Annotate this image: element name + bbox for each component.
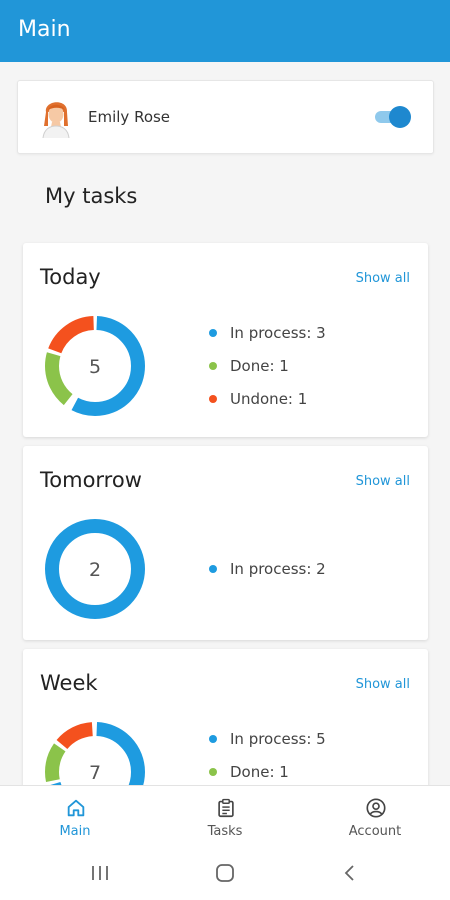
legend-label: In process: 2 [230, 560, 326, 578]
legend-dot [209, 565, 217, 573]
legend-label: Done: 1 [230, 763, 289, 781]
user-name: Emily Rose [88, 108, 171, 126]
card-title: Today [40, 265, 101, 289]
back-icon[interactable] [338, 863, 362, 883]
account-icon [366, 798, 386, 818]
legend-item-in-process: In process: 2 [209, 559, 326, 592]
donut-chart: 5 [45, 316, 145, 416]
legend-label: Done: 1 [230, 357, 289, 375]
show-all-link[interactable]: Show all [356, 271, 410, 286]
section-title: My tasks [45, 184, 138, 208]
nav-label: Main [59, 824, 91, 839]
nav-item-tasks[interactable]: Tasks [165, 786, 285, 847]
bottom-navigation: Main Tasks Account [0, 785, 450, 846]
legend: In process: 3 Done: 1 Undone: 1 [209, 323, 326, 422]
user-card[interactable] [17, 80, 434, 154]
legend-item-undone: Undone: 1 [209, 389, 326, 422]
system-navigation-bar [0, 846, 450, 900]
user-toggle-switch[interactable] [375, 106, 411, 128]
clipboard-icon [218, 798, 234, 818]
avatar[interactable] [40, 96, 72, 138]
nav-item-main[interactable]: Main [15, 786, 135, 847]
nav-label: Account [348, 824, 402, 839]
home-icon [67, 799, 85, 817]
recent-apps-icon[interactable] [88, 863, 112, 883]
legend-item-done: Done: 1 [209, 356, 326, 389]
nav-item-account[interactable]: Account [315, 786, 435, 847]
card-title: Week [40, 671, 98, 695]
legend-item-in-process: In process: 5 [209, 729, 326, 762]
legend-item-in-process: In process: 3 [209, 323, 326, 356]
toggle-knob [389, 106, 411, 128]
legend-label: In process: 3 [230, 324, 326, 342]
app-bar-title: Main [18, 17, 71, 42]
task-card-tomorrow: Tomorrow Show all 2 In process: 2 [23, 446, 428, 640]
legend-dot [209, 362, 217, 370]
legend-dot [209, 395, 217, 403]
legend-dot [209, 329, 217, 337]
legend-dot [209, 735, 217, 743]
legend-dot [209, 768, 217, 776]
home-button-icon[interactable] [213, 863, 237, 883]
nav-label: Tasks [207, 824, 243, 839]
donut-chart: 2 [45, 519, 145, 619]
show-all-link[interactable]: Show all [356, 677, 410, 692]
card-title: Tomorrow [40, 468, 142, 492]
legend: In process: 2 [209, 559, 326, 592]
donut-total: 5 [89, 356, 101, 378]
donut-total: 7 [89, 762, 101, 784]
task-card-today: Today Show all 5 In process: 3 Done: 1 U… [23, 243, 428, 437]
legend-label: Undone: 1 [230, 390, 308, 408]
legend-label: In process: 5 [230, 730, 326, 748]
app-bar: Main [0, 0, 450, 62]
donut-total: 2 [89, 559, 101, 581]
show-all-link[interactable]: Show all [356, 474, 410, 489]
